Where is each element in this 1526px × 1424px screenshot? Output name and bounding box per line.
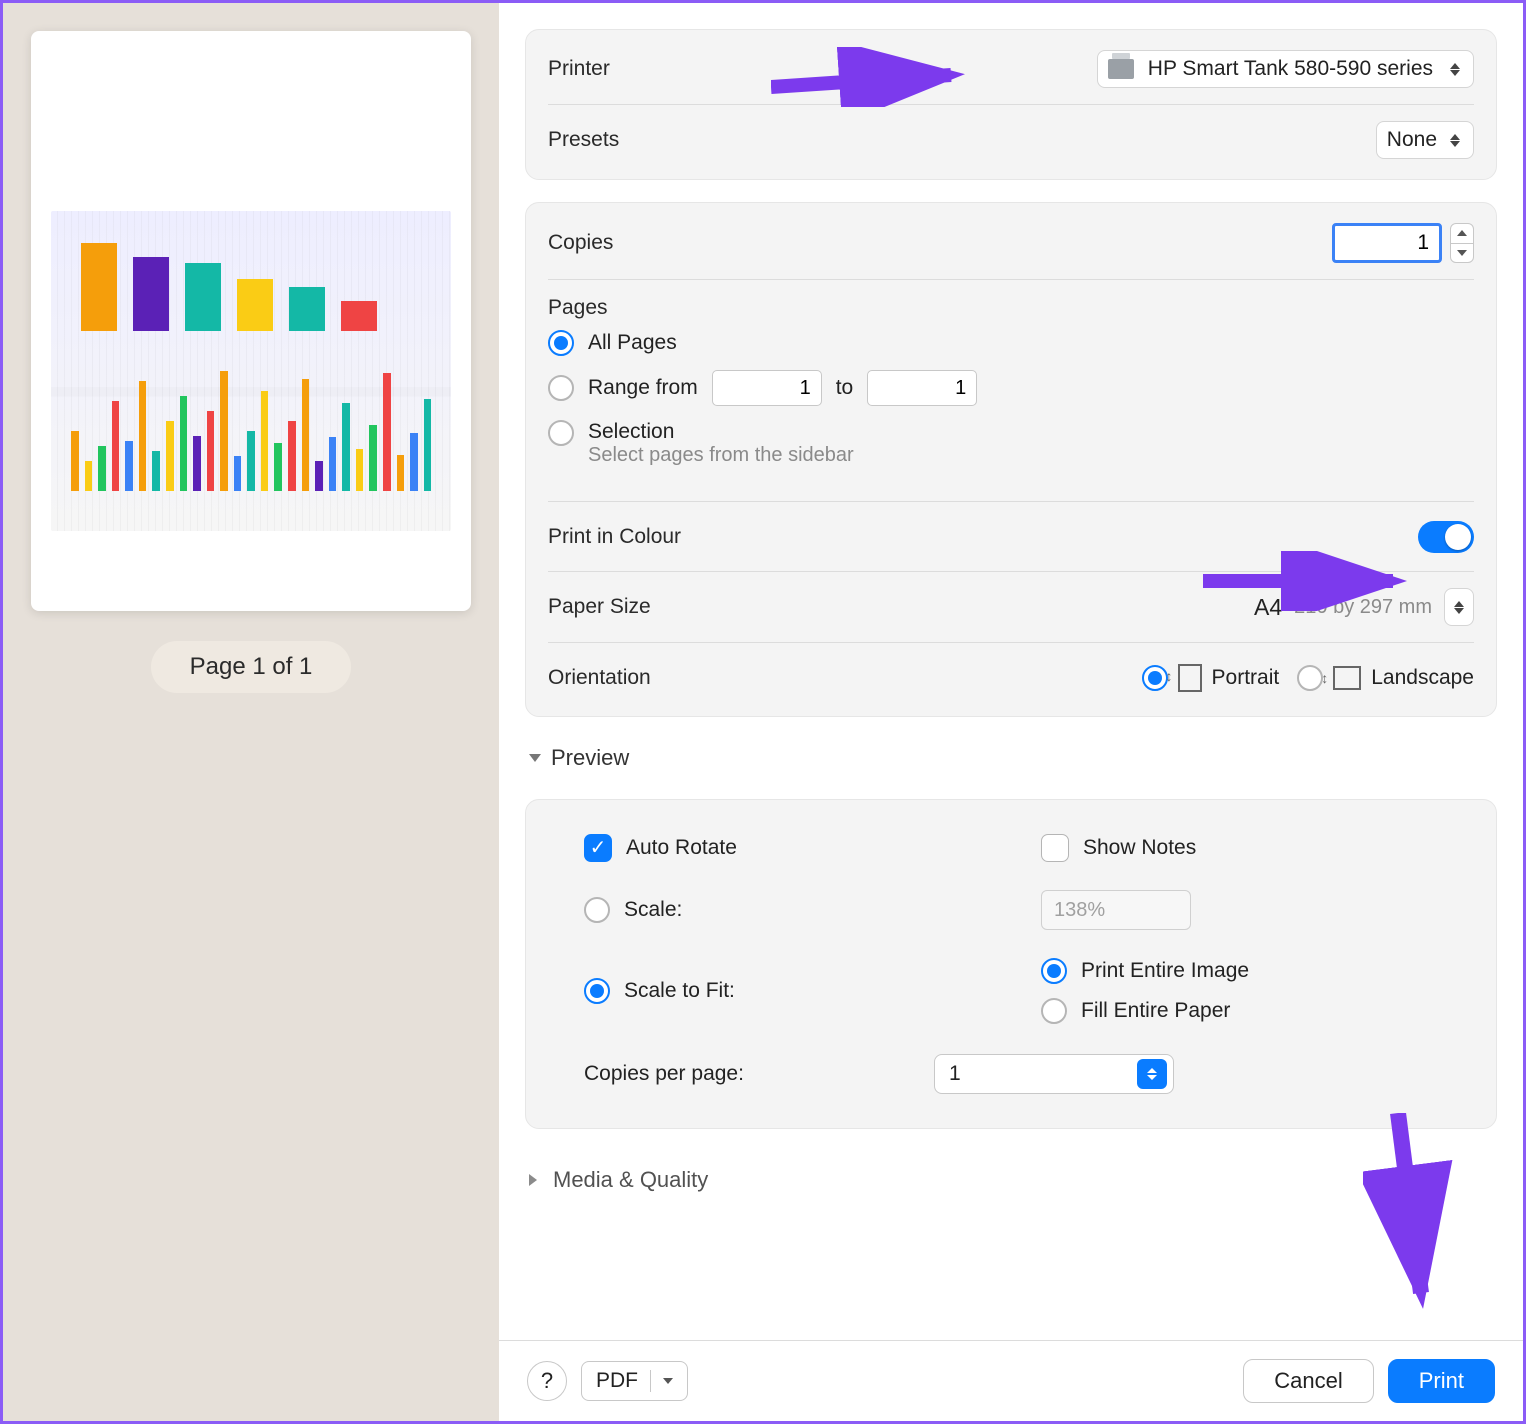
printer-icon	[1108, 59, 1134, 79]
pages-range-option[interactable]: Range from to	[548, 370, 1474, 406]
radio-icon	[1041, 998, 1067, 1024]
scale-option[interactable]: Scale:	[584, 897, 1001, 923]
landscape-icon	[1333, 666, 1361, 690]
checkbox-icon: ✓	[584, 834, 612, 862]
preview-panel: ✓ Auto Rotate Show Notes Scale: Scale to…	[525, 799, 1497, 1129]
show-notes-label: Show Notes	[1083, 836, 1196, 860]
help-button[interactable]: ?	[527, 1361, 567, 1401]
print-colour-label: Print in Colour	[548, 525, 681, 549]
pdf-label: PDF	[596, 1369, 638, 1393]
updown-icon	[1447, 134, 1463, 147]
orientation-portrait-label: Portrait	[1212, 666, 1280, 690]
orientation-portrait-option[interactable]: Portrait	[1142, 664, 1280, 692]
orientation-landscape-option[interactable]: Landscape	[1297, 665, 1474, 691]
media-quality-section-toggle[interactable]: Media & Quality	[525, 1161, 1497, 1199]
media-quality-title: Media & Quality	[553, 1167, 708, 1193]
print-dialog: Page 1 of 1 Printer HP Smart Tank 580-59…	[0, 0, 1526, 1424]
orientation-label: Orientation	[548, 666, 651, 690]
checkbox-icon	[1041, 834, 1069, 862]
show-notes-option[interactable]: Show Notes	[1041, 834, 1458, 862]
copies-label: Copies	[548, 231, 613, 255]
copies-row: Copies	[548, 207, 1474, 279]
radio-icon	[1041, 958, 1067, 984]
printer-presets-panel: Printer HP Smart Tank 580-590 series Pre…	[525, 29, 1497, 180]
copies-per-page-row: Copies per page: 1	[584, 1054, 1458, 1094]
radio-icon	[1142, 665, 1168, 691]
copies-per-page-value: 1	[949, 1062, 961, 1086]
preview-section-title: Preview	[551, 745, 629, 771]
printer-value: HP Smart Tank 580-590 series	[1148, 57, 1433, 81]
orientation-landscape-label: Landscape	[1371, 666, 1474, 690]
page-options-panel: Copies Pages All Pages	[525, 202, 1497, 717]
paper-size-label: Paper Size	[548, 595, 651, 619]
chevron-right-icon	[529, 1174, 543, 1186]
copies-input[interactable]	[1332, 223, 1442, 263]
fill-entire-paper-option[interactable]: Fill Entire Paper	[1041, 998, 1458, 1024]
print-entire-image-label: Print Entire Image	[1081, 959, 1249, 983]
scale-to-fit-label: Scale to Fit:	[624, 979, 735, 1003]
annotation-arrow-icon	[1363, 1113, 1453, 1313]
copies-per-page-select[interactable]: 1	[934, 1054, 1174, 1094]
chevron-down-icon	[663, 1378, 673, 1384]
auto-rotate-option[interactable]: ✓ Auto Rotate	[584, 834, 1001, 862]
radio-icon	[548, 330, 574, 356]
stepper-down[interactable]	[1451, 244, 1473, 263]
copies-stepper[interactable]	[1450, 223, 1474, 263]
stepper-up[interactable]	[1451, 224, 1473, 244]
page-indicator: Page 1 of 1	[151, 641, 351, 693]
pages-range-from-label: Range from	[588, 376, 698, 400]
radio-icon	[584, 897, 610, 923]
pages-all-label: All Pages	[588, 331, 677, 355]
pages-label: Pages	[548, 296, 608, 319]
copies-per-page-label: Copies per page:	[584, 1062, 744, 1086]
presets-select[interactable]: None	[1376, 121, 1474, 159]
preview-image	[51, 211, 451, 531]
pages-range-to-label: to	[836, 376, 854, 400]
radio-icon	[584, 978, 610, 1004]
presets-row: Presets None	[548, 104, 1474, 175]
scale-to-fit-option[interactable]: Scale to Fit:	[584, 978, 1001, 1004]
scale-input[interactable]	[1041, 890, 1191, 930]
radio-icon	[548, 375, 574, 401]
pages-all-option[interactable]: All Pages	[548, 330, 1474, 356]
fill-entire-paper-label: Fill Entire Paper	[1081, 999, 1230, 1023]
pages-selection-label: Selection	[588, 420, 854, 444]
auto-rotate-label: Auto Rotate	[626, 836, 737, 860]
pages-selection-option[interactable]: Selection Select pages from the sidebar	[548, 420, 1474, 467]
radio-icon	[1297, 665, 1323, 691]
portrait-icon	[1178, 664, 1202, 692]
dialog-footer: ? PDF Cancel Print	[499, 1340, 1523, 1421]
print-colour-toggle[interactable]	[1418, 521, 1474, 553]
chevron-down-icon	[529, 754, 541, 762]
preview-section-toggle[interactable]: Preview	[525, 739, 1497, 777]
annotation-arrow-icon	[1203, 551, 1413, 611]
updown-icon	[1451, 601, 1467, 614]
updown-icon	[1447, 63, 1463, 76]
pdf-menu-button[interactable]: PDF	[581, 1361, 688, 1401]
printer-select[interactable]: HP Smart Tank 580-590 series	[1097, 50, 1474, 88]
print-button[interactable]: Print	[1388, 1359, 1495, 1403]
range-from-input[interactable]	[712, 370, 822, 406]
orientation-row: Orientation Portrait Landscape	[548, 642, 1474, 712]
scale-label: Scale:	[624, 898, 682, 922]
presets-label: Presets	[548, 128, 619, 152]
printer-row: Printer HP Smart Tank 580-590 series	[548, 34, 1474, 104]
printer-label: Printer	[548, 57, 610, 81]
pages-row: Pages All Pages Range from to	[548, 279, 1474, 501]
updown-icon	[1137, 1059, 1167, 1089]
radio-icon	[548, 420, 574, 446]
preview-thumbnail[interactable]	[31, 31, 471, 611]
paper-size-select[interactable]	[1444, 588, 1474, 626]
preview-sidebar: Page 1 of 1	[3, 3, 499, 1421]
pages-selection-hint: Select pages from the sidebar	[588, 444, 854, 467]
print-entire-image-option[interactable]: Print Entire Image	[1041, 958, 1458, 984]
cancel-button[interactable]: Cancel	[1243, 1359, 1373, 1403]
presets-value: None	[1387, 128, 1437, 152]
annotation-arrow-icon	[771, 47, 971, 107]
range-to-input[interactable]	[867, 370, 977, 406]
